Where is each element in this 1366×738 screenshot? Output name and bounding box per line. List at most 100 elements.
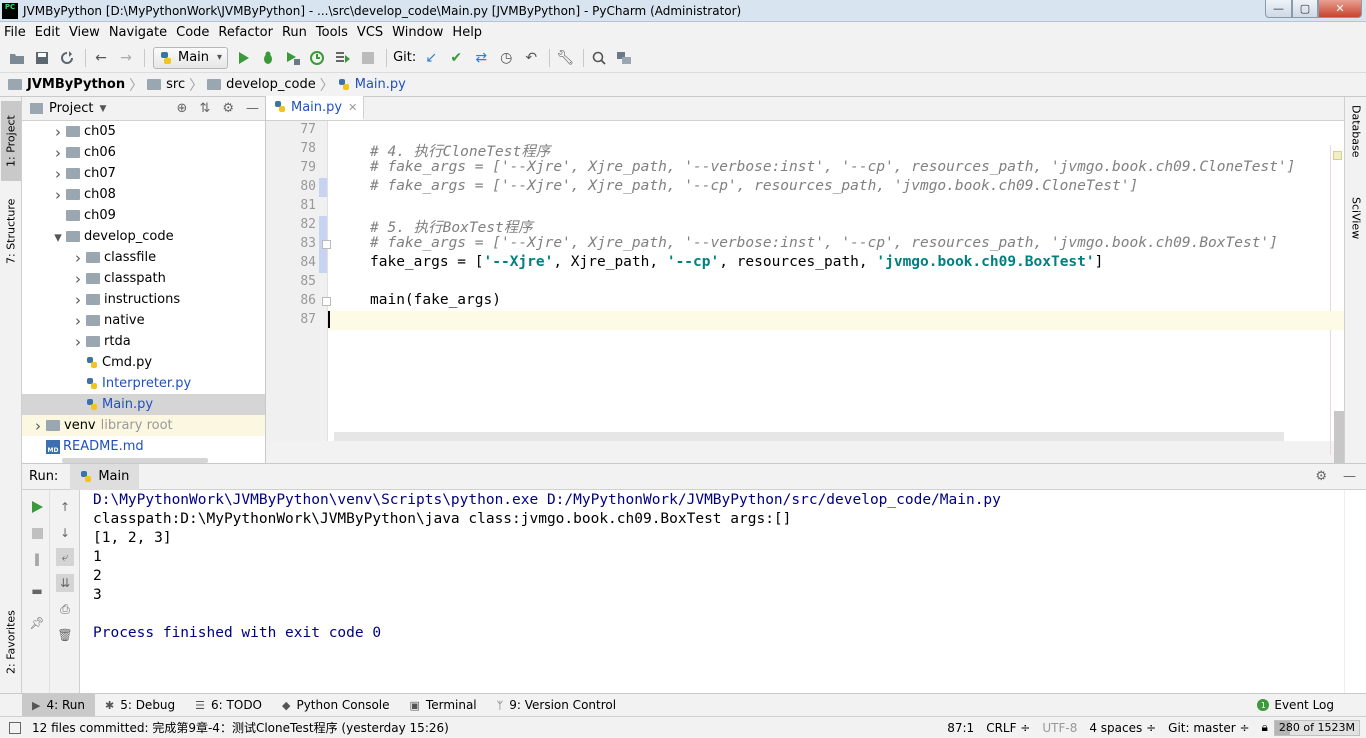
tree-item-readme-md[interactable]: MD README.md bbox=[22, 436, 265, 457]
tree-item-venv[interactable]: › venv library root bbox=[22, 415, 265, 436]
tool-tab-5-debug[interactable]: ✱ 5: Debug bbox=[95, 694, 185, 716]
layout-icon[interactable]: ▬ bbox=[28, 582, 46, 600]
sync-icon[interactable] bbox=[56, 47, 78, 69]
back-arrow-icon[interactable]: ← bbox=[90, 47, 112, 69]
tab-project[interactable]: 1: Project bbox=[1, 101, 21, 181]
tree-item-ch07[interactable]: › ch07 bbox=[22, 163, 265, 184]
tree-item-main-py[interactable]: Main.py bbox=[22, 394, 265, 415]
gear-icon[interactable]: ⚙ bbox=[222, 101, 234, 116]
breadcrumb-src[interactable]: src bbox=[147, 77, 185, 92]
indent-select[interactable]: 4 spaces ÷ bbox=[1083, 721, 1162, 735]
tool-tab-9-version-control[interactable]: ᛘ 9: Version Control bbox=[487, 694, 626, 716]
tree-item-classfile[interactable]: › classfile bbox=[22, 247, 265, 268]
chevron-right-icon[interactable]: › bbox=[50, 165, 66, 183]
tree-item-interpreter-py[interactable]: Interpreter.py bbox=[22, 373, 265, 394]
tree-item-rtda[interactable]: › rtda bbox=[22, 331, 265, 352]
git-revert-icon[interactable]: ↶ bbox=[520, 47, 542, 69]
pause-icon[interactable]: ‖ bbox=[28, 550, 46, 568]
scroll-to-end-icon[interactable]: ⇊ bbox=[56, 574, 74, 592]
git-compare-icon[interactable]: ⇄ bbox=[470, 47, 492, 69]
breadcrumb-project[interactable]: JVMByPython bbox=[8, 77, 125, 92]
encoding-select[interactable]: UTF-8 bbox=[1036, 721, 1083, 735]
trash-icon[interactable]: 🗑︎ bbox=[56, 626, 74, 644]
minimize-button[interactable]: — bbox=[1265, 0, 1292, 18]
warning-stripe-icon[interactable] bbox=[1333, 151, 1342, 160]
caret-position[interactable]: 87:1 bbox=[941, 721, 980, 735]
chevron-right-icon[interactable]: › bbox=[50, 144, 66, 162]
maximize-button[interactable]: ▢ bbox=[1292, 0, 1318, 18]
menu-run[interactable]: Run bbox=[278, 25, 311, 40]
fold-marker-icon[interactable] bbox=[322, 297, 331, 306]
breadcrumb-main-py[interactable]: Main.py bbox=[338, 77, 406, 92]
menu-tools[interactable]: Tools bbox=[312, 25, 352, 40]
tab-database[interactable]: Database bbox=[1347, 105, 1365, 185]
menu-file[interactable]: File bbox=[0, 25, 30, 40]
git-update-icon[interactable]: ↙ bbox=[420, 47, 442, 69]
hide-panel-icon[interactable]: — bbox=[246, 101, 259, 116]
run-with-coverage-icon[interactable] bbox=[282, 47, 304, 69]
locate-target-icon[interactable]: ⊕ bbox=[177, 101, 188, 116]
chevron-right-icon[interactable]: › bbox=[70, 312, 86, 330]
tree-item-develop-code[interactable]: ▾ develop_code bbox=[22, 226, 265, 247]
tab-favorites[interactable]: 2: Favorites bbox=[1, 597, 21, 687]
tree-item-ch08[interactable]: › ch08 bbox=[22, 184, 265, 205]
git-branch-select[interactable]: Git: master ÷ bbox=[1162, 721, 1255, 735]
fold-marker-icon[interactable] bbox=[322, 240, 331, 249]
ide-features-trainer-icon[interactable] bbox=[613, 47, 635, 69]
run-icon[interactable] bbox=[232, 47, 254, 69]
vcs-change-marker[interactable] bbox=[319, 178, 327, 197]
editor-horizontal-scrollbar[interactable] bbox=[334, 432, 1284, 441]
tree-item-ch05[interactable]: › ch05 bbox=[22, 121, 265, 142]
run-tab-main[interactable]: Main bbox=[70, 463, 140, 490]
tree-item-cmd-py[interactable]: Cmd.py bbox=[22, 352, 265, 373]
pin-icon[interactable]: 📌︎ bbox=[28, 614, 46, 632]
tab-structure[interactable]: 7: Structure bbox=[1, 189, 21, 273]
profile-icon[interactable] bbox=[307, 47, 329, 69]
close-button[interactable]: ✕ bbox=[1318, 0, 1362, 18]
tree-item-instructions[interactable]: › instructions bbox=[22, 289, 265, 310]
menu-edit[interactable]: Edit bbox=[31, 25, 64, 40]
run-concurrency-icon[interactable] bbox=[332, 47, 354, 69]
stop-icon[interactable] bbox=[357, 47, 379, 69]
hide-panel-icon[interactable]: — bbox=[1343, 469, 1356, 484]
menu-window[interactable]: Window bbox=[388, 25, 447, 40]
memory-indicator[interactable]: 280 of 1523M bbox=[1273, 719, 1360, 736]
chevron-right-icon[interactable]: › bbox=[30, 417, 46, 435]
chevron-right-icon[interactable]: › bbox=[70, 249, 86, 267]
tab-main-py[interactable]: Main.py ✕ bbox=[266, 96, 365, 120]
toggle-tool-windows-icon[interactable] bbox=[9, 721, 21, 734]
save-all-icon[interactable] bbox=[31, 47, 53, 69]
down-arrow-icon[interactable]: ↓ bbox=[56, 524, 74, 542]
chevron-down-icon[interactable]: ▼ bbox=[99, 104, 106, 114]
forward-arrow-icon[interactable]: → bbox=[115, 47, 137, 69]
menu-view[interactable]: View bbox=[65, 25, 104, 40]
menu-vcs[interactable]: VCS bbox=[353, 25, 387, 40]
run-config-select[interactable]: Main ▾ bbox=[153, 46, 229, 69]
tree-item-native[interactable]: › native bbox=[22, 310, 265, 331]
chevron-right-icon[interactable]: › bbox=[70, 270, 86, 288]
chevron-right-icon[interactable]: › bbox=[50, 186, 66, 204]
tree-item-ch06[interactable]: › ch06 bbox=[22, 142, 265, 163]
menu-code[interactable]: Code bbox=[172, 25, 213, 40]
chevron-right-icon[interactable]: › bbox=[50, 123, 66, 141]
soft-wrap-icon[interactable]: ⤶ bbox=[56, 548, 74, 566]
status-message[interactable]: 12 files committed: 完成第9章-4：测试CloneTest程… bbox=[32, 719, 449, 736]
tool-tab-4-run[interactable]: ▶ 4: Run bbox=[22, 694, 95, 716]
breadcrumb-develop-code[interactable]: develop_code bbox=[207, 77, 316, 92]
gear-icon[interactable]: ⚙ bbox=[1315, 469, 1327, 484]
lock-icon[interactable]: 🔒︎ bbox=[1256, 720, 1274, 735]
line-separator-select[interactable]: CRLF ÷ bbox=[980, 721, 1036, 735]
tool-tab-6-todo[interactable]: ☰ 6: TODO bbox=[185, 694, 272, 716]
tool-tab-python-console[interactable]: ◆ Python Console bbox=[272, 694, 400, 716]
event-log-button[interactable]: 1 Event Log bbox=[1257, 698, 1334, 712]
open-folder-icon[interactable] bbox=[6, 47, 28, 69]
git-history-icon[interactable]: ◷ bbox=[495, 47, 517, 69]
editor-vertical-scrollbar[interactable] bbox=[1334, 411, 1344, 465]
menu-navigate[interactable]: Navigate bbox=[105, 25, 171, 40]
git-commit-icon[interactable]: ✔ bbox=[445, 47, 467, 69]
chevron-down-icon[interactable]: ▾ bbox=[50, 228, 66, 246]
collapse-all-icon[interactable]: ⇅ bbox=[199, 101, 210, 116]
rerun-icon[interactable] bbox=[28, 498, 46, 516]
debug-icon[interactable] bbox=[257, 47, 279, 69]
console-scrollbar[interactable] bbox=[1344, 490, 1366, 694]
